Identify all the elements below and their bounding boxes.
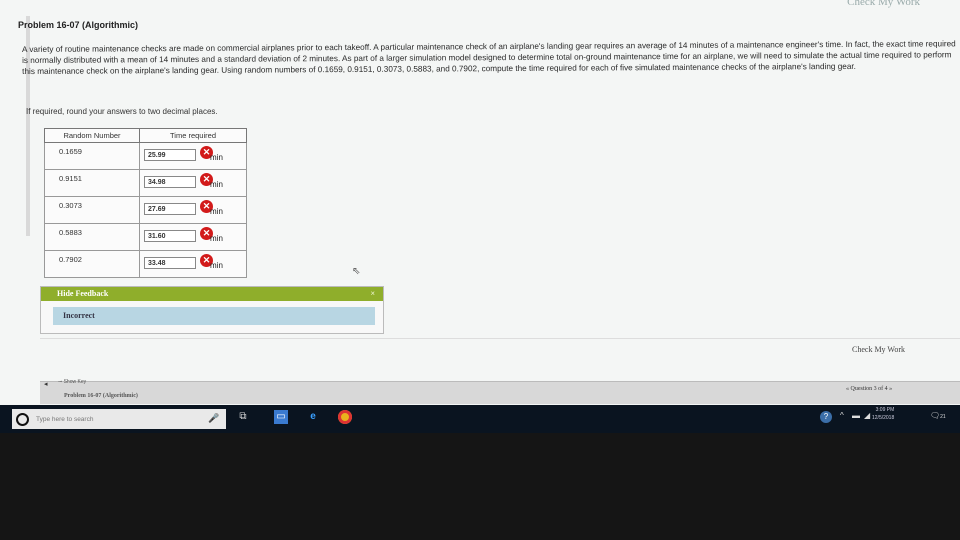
network-icon[interactable]: ◢	[864, 411, 870, 420]
edge-browser-icon[interactable]: e	[306, 410, 320, 424]
bottom-nav-bar	[40, 381, 960, 404]
random-number-cell: 0.5883	[44, 223, 140, 251]
search-input[interactable]: Type here to search	[36, 416, 93, 423]
answer-cell: 27.69 ✕ min	[139, 196, 247, 224]
answer-cell: 31.60 ✕ min	[139, 223, 247, 251]
problem-breadcrumb[interactable]: Problem 16-07 (Algorithmic)	[64, 393, 138, 399]
answer-cell: 25.99 ✕ min	[139, 142, 247, 170]
unit-label: min	[210, 234, 223, 243]
browser-page: Check My Work Problem 16-07 (Algorithmic…	[0, 0, 960, 405]
time-input[interactable]: 33.48	[144, 257, 196, 269]
problem-text: A variety of routine maintenance checks …	[22, 39, 956, 76]
time-input[interactable]: 25.99	[144, 149, 196, 161]
header-time-required: Time required	[139, 128, 247, 143]
notification-count: 21	[940, 414, 946, 420]
unit-label: min	[210, 180, 223, 189]
check-my-work-button[interactable]: Check My Work	[852, 345, 905, 354]
random-number-cell: 0.3073	[44, 196, 140, 224]
table-row: 0.9151 34.98 ✕ min	[44, 169, 247, 197]
table-row: 0.1659 25.99 ✕ min	[44, 142, 247, 170]
divider	[40, 338, 960, 339]
file-explorer-icon[interactable]: ▭	[274, 410, 288, 424]
table-row: 0.5883 31.60 ✕ min	[44, 223, 247, 251]
chrome-browser-icon[interactable]	[338, 410, 352, 424]
answer-cell: 33.48 ✕ min	[139, 250, 247, 278]
show-key-label[interactable]: Show Key	[64, 379, 87, 385]
unit-label: min	[210, 207, 223, 216]
time-input[interactable]: 27.69	[144, 203, 196, 215]
random-number-cell: 0.7902	[44, 250, 140, 278]
notification-icon[interactable]: 🗨21	[930, 411, 946, 420]
table-row: 0.3073 27.69 ✕ min	[44, 196, 247, 224]
table-row: 0.7902 33.48 ✕ min	[44, 250, 247, 278]
random-number-cell: 0.1659	[44, 142, 140, 170]
system-clock[interactable]: 3:09 PM 12/5/2018	[872, 406, 894, 422]
close-icon[interactable]: ×	[370, 287, 375, 301]
cortana-icon[interactable]	[16, 413, 29, 426]
feedback-header[interactable]: Hide Feedback ×	[41, 287, 383, 301]
task-view-icon[interactable]: ⧉	[236, 410, 250, 424]
unit-label: min	[210, 153, 223, 162]
hide-feedback-label[interactable]: Hide Feedback	[57, 289, 108, 298]
mouse-cursor-icon: ⇖	[352, 266, 361, 277]
clock-date: 12/5/2018	[872, 415, 895, 421]
problem-title: Problem 16-07 (Algorithmic)	[18, 20, 139, 30]
show-key-link[interactable]: ⊸ Show Key	[58, 379, 86, 385]
microphone-icon[interactable]: 🎤	[208, 413, 219, 424]
time-input[interactable]: 34.98	[144, 176, 196, 188]
feedback-panel: Hide Feedback × Incorrect	[40, 286, 384, 334]
feedback-message: Incorrect	[53, 307, 375, 325]
rounding-instruction: If required, round your answers to two d…	[26, 107, 218, 116]
random-number-cell: 0.9151	[44, 169, 140, 197]
help-icon[interactable]: ?	[820, 411, 832, 423]
battery-icon[interactable]: ▬	[852, 411, 860, 420]
answer-cell: 34.98 ✕ min	[139, 169, 247, 197]
collapse-arrow-icon[interactable]: ◂	[44, 380, 48, 388]
header-random-number: Random Number	[44, 128, 140, 143]
top-check-my-work[interactable]: Check My Work	[847, 0, 920, 8]
time-input[interactable]: 31.60	[144, 230, 196, 242]
clock-time: 3:09 PM	[875, 407, 895, 413]
question-navigator[interactable]: « Question 3 of 4 »	[846, 386, 892, 392]
tray-expand-icon[interactable]: ^	[840, 411, 844, 420]
unit-label: min	[210, 261, 223, 270]
answer-table: Random Number Time required 0.1659 25.99…	[44, 128, 247, 278]
